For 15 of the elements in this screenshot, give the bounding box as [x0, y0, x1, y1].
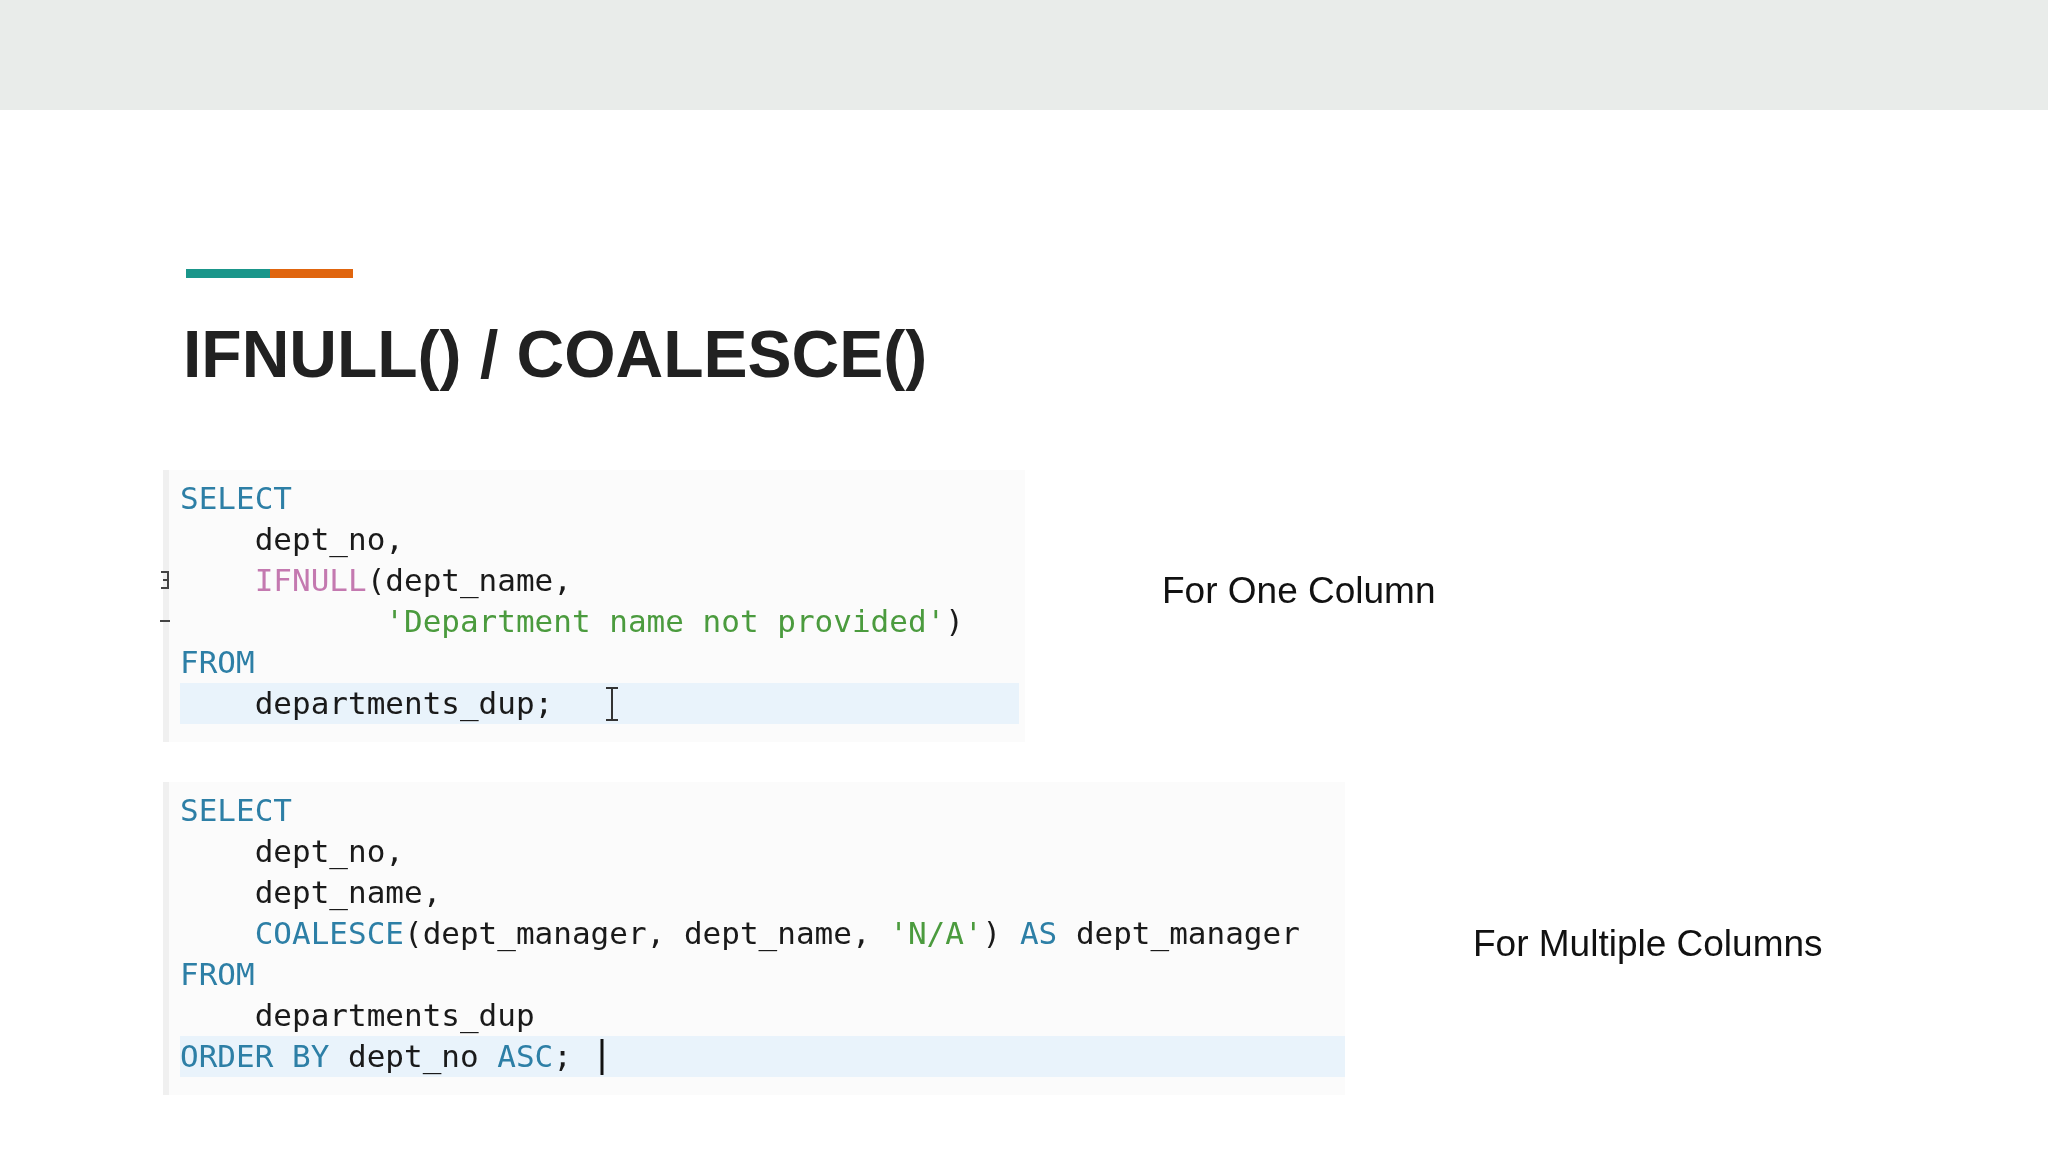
fold-marker-icon[interactable] [160, 570, 170, 590]
code-line: FROM [180, 643, 255, 682]
code-line: SELECT [180, 791, 292, 830]
code-line: departments_dup [253, 996, 535, 1036]
code-line: FROM [180, 955, 255, 994]
code-line: dept_name, [253, 873, 442, 913]
code-line: IFNULL(dept_name, [180, 560, 572, 601]
code-line: dept_no, [253, 520, 404, 560]
example-caption: For One Column [1162, 570, 1436, 612]
slide-title: IFNULL() / COALESCE() [183, 316, 929, 392]
code-line: SELECT [180, 479, 292, 518]
code-line: COALESCE(dept_manager, dept_name, 'N/A') AS dept_manager [253, 914, 1300, 954]
code-line: 'Department name not provided') [180, 601, 964, 642]
code-line: dept_no, [253, 832, 404, 872]
example-caption: For Multiple Columns [1473, 922, 1823, 965]
